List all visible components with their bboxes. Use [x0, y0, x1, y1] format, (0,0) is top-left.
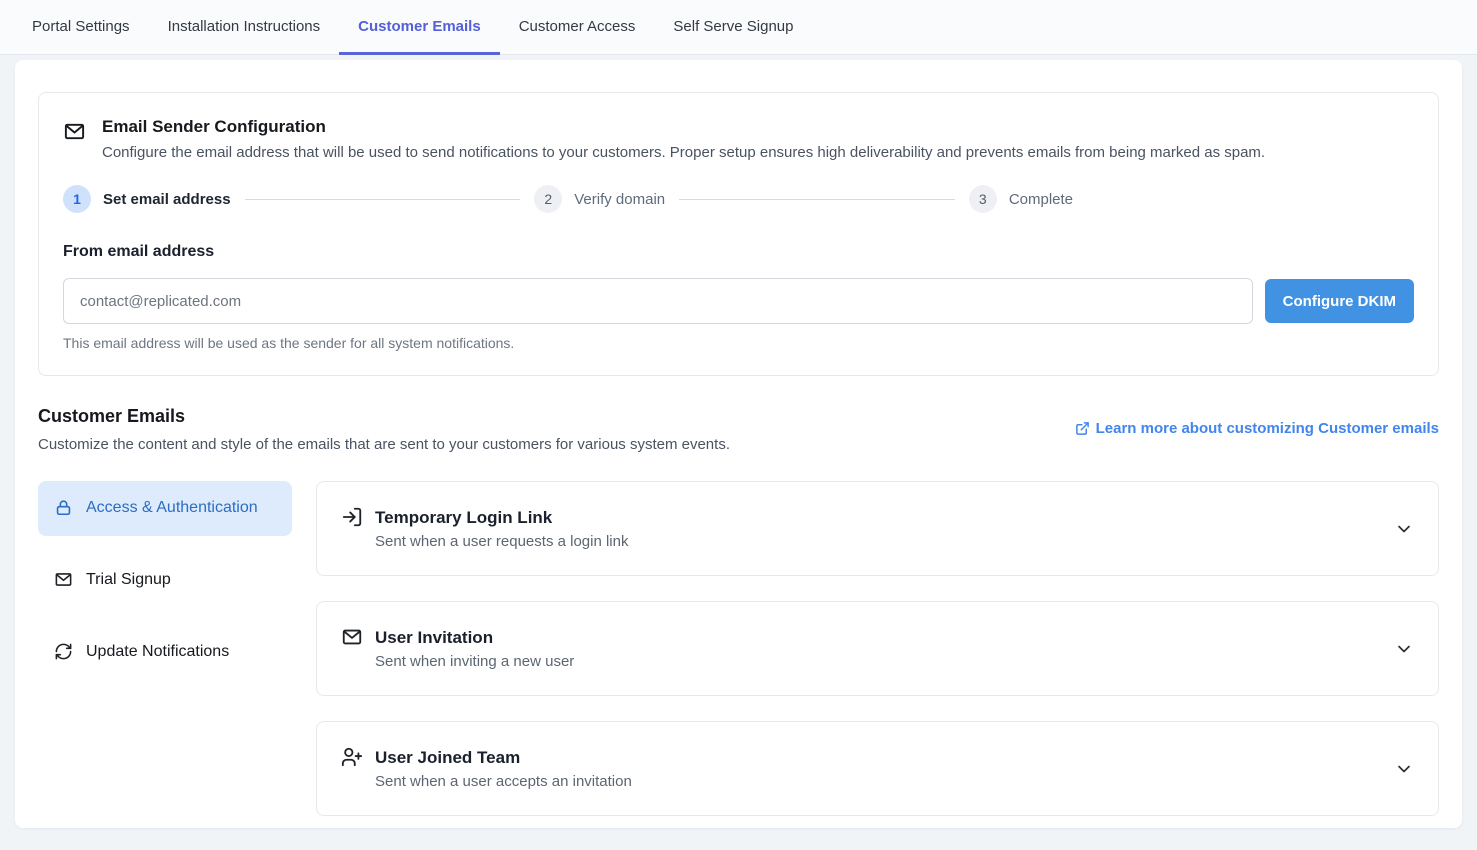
template-card-temporary-login-link[interactable]: Temporary Login Link Sent when a user re… [316, 481, 1439, 576]
refresh-icon [54, 642, 73, 661]
customer-emails-description: Customize the content and style of the e… [38, 436, 730, 453]
external-link-icon [1075, 421, 1090, 436]
chevron-down-icon[interactable] [1394, 639, 1414, 659]
tab-installation-instructions[interactable]: Installation Instructions [149, 0, 340, 55]
sidebar-item-access-authentication[interactable]: Access & Authentication [38, 481, 292, 536]
step-3-number: 3 [969, 185, 997, 213]
configure-dkim-button[interactable]: Configure DKIM [1265, 279, 1414, 323]
step-connector [245, 199, 521, 200]
step-1-label: Set email address [103, 191, 231, 208]
mail-icon [63, 120, 86, 161]
customer-emails-section-header: Customer Emails Customize the content an… [38, 406, 1439, 453]
from-email-helper-text: This email address will be used as the s… [63, 335, 1414, 351]
step-3-label: Complete [1009, 191, 1073, 208]
step-set-email-address: 1 Set email address [63, 185, 231, 213]
sidebar-item-label: Trial Signup [86, 568, 171, 593]
email-sender-description: Configure the email address that will be… [102, 144, 1265, 161]
learn-more-link[interactable]: Learn more about customizing Customer em… [1075, 420, 1439, 437]
user-plus-icon [341, 746, 363, 768]
email-template-list: Temporary Login Link Sent when a user re… [316, 481, 1439, 841]
customer-emails-panel: Email Sender Configuration Configure the… [15, 60, 1462, 828]
step-complete: 3 Complete [969, 185, 1073, 213]
from-email-label: From email address [63, 243, 1414, 261]
sidebar-item-label: Access & Authentication [86, 496, 258, 521]
template-subtitle: Sent when a user accepts an invitation [375, 773, 1382, 790]
learn-more-label: Learn more about customizing Customer em… [1096, 420, 1439, 437]
from-email-row: Configure DKIM [63, 278, 1414, 324]
step-2-label: Verify domain [574, 191, 665, 208]
email-sender-configuration-card: Email Sender Configuration Configure the… [38, 92, 1439, 376]
tab-portal-settings[interactable]: Portal Settings [13, 0, 149, 55]
lock-icon [54, 498, 73, 517]
template-card-user-joined-team[interactable]: User Joined Team Sent when a user accept… [316, 721, 1439, 816]
sidebar-item-update-notifications[interactable]: Update Notifications [38, 625, 292, 680]
email-sender-title: Email Sender Configuration [102, 117, 1265, 137]
customer-emails-content: Access & Authentication Trial Signup Upd… [38, 481, 1439, 841]
template-card-text: Temporary Login Link Sent when a user re… [375, 508, 1382, 550]
sidebar-item-label: Update Notifications [86, 640, 229, 665]
log-in-icon [341, 506, 363, 528]
settings-tab-bar: Portal Settings Installation Instruction… [0, 0, 1477, 55]
chevron-down-icon[interactable] [1394, 519, 1414, 539]
template-card-text: User Joined Team Sent when a user accept… [375, 748, 1382, 790]
email-setup-stepper: 1 Set email address 2 Verify domain 3 Co… [63, 185, 1073, 213]
template-title: Temporary Login Link [375, 508, 1382, 528]
tab-customer-emails[interactable]: Customer Emails [339, 0, 500, 55]
step-verify-domain: 2 Verify domain [534, 185, 665, 213]
template-card-text: User Invitation Sent when inviting a new… [375, 628, 1382, 670]
tab-customer-access[interactable]: Customer Access [500, 0, 655, 55]
sidebar-item-trial-signup[interactable]: Trial Signup [38, 553, 292, 608]
email-sender-header: Email Sender Configuration Configure the… [63, 117, 1414, 161]
email-sender-header-text: Email Sender Configuration Configure the… [102, 117, 1265, 161]
mail-icon [54, 570, 73, 589]
template-subtitle: Sent when inviting a new user [375, 653, 1382, 670]
template-card-user-invitation[interactable]: User Invitation Sent when inviting a new… [316, 601, 1439, 696]
tab-self-serve-signup[interactable]: Self Serve Signup [654, 0, 812, 55]
step-1-number: 1 [63, 185, 91, 213]
step-2-number: 2 [534, 185, 562, 213]
customer-emails-heading-block: Customer Emails Customize the content an… [38, 406, 730, 453]
from-email-input[interactable] [63, 278, 1253, 324]
chevron-down-icon[interactable] [1394, 759, 1414, 779]
customer-emails-title: Customer Emails [38, 406, 730, 427]
email-categories-sidebar: Access & Authentication Trial Signup Upd… [38, 481, 292, 841]
mail-icon [341, 626, 363, 648]
template-subtitle: Sent when a user requests a login link [375, 533, 1382, 550]
template-title: User Invitation [375, 628, 1382, 648]
template-title: User Joined Team [375, 748, 1382, 768]
step-connector [679, 199, 955, 200]
